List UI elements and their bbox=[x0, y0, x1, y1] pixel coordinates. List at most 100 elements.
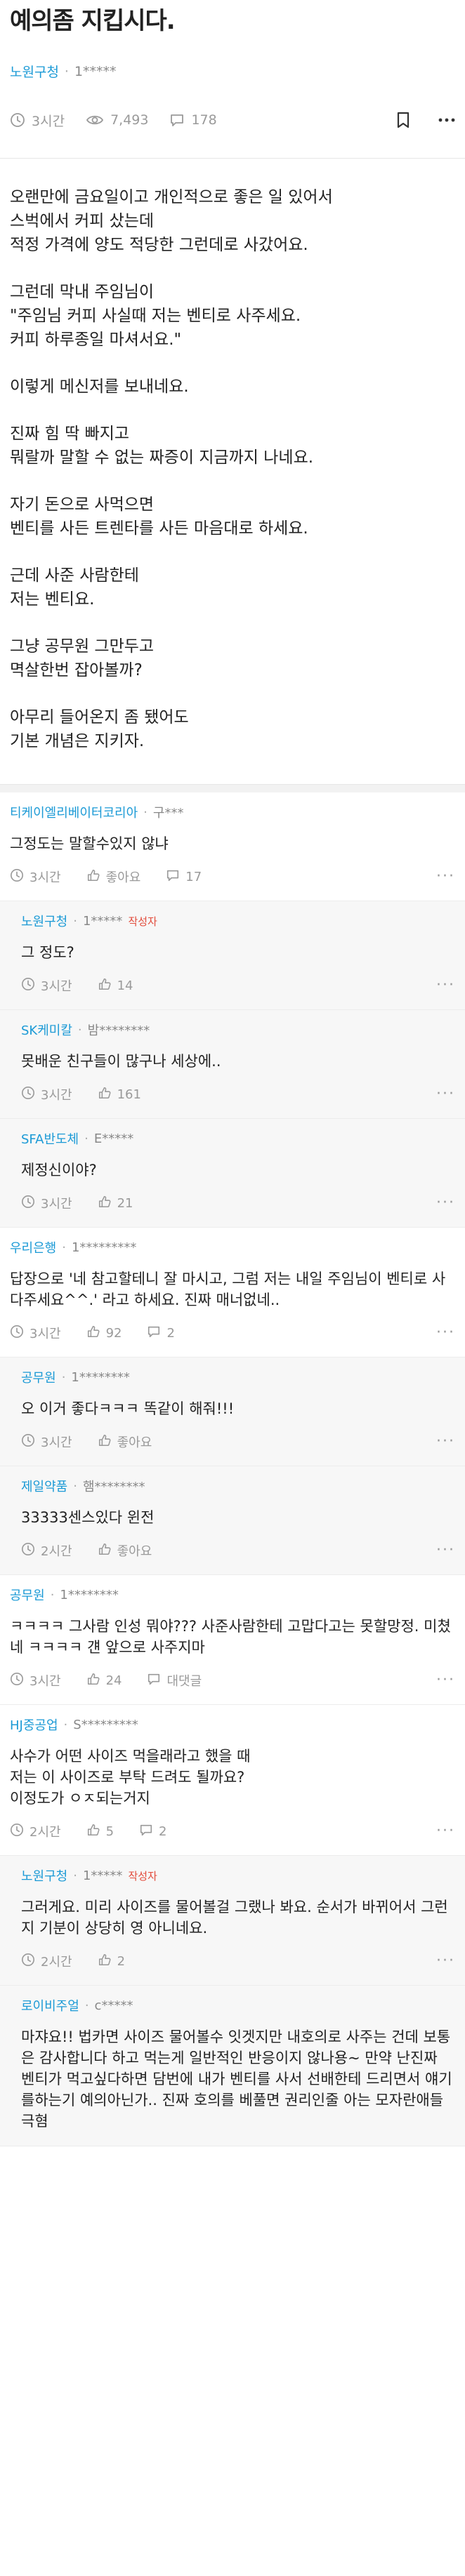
more-button[interactable] bbox=[438, 118, 455, 122]
post-body: 오랜만에 금요일이고 개인적으로 좋은 일 있어서 스벅에서 커피 샀는데 적정… bbox=[0, 159, 465, 784]
comment-company[interactable]: HJ중공업 bbox=[10, 1715, 58, 1734]
reply-comment: 제일약품 · 햄******** 33333센스있다 윈전 2시간 좋아요 ··· bbox=[0, 1466, 465, 1575]
like-button[interactable]: 좋아요 bbox=[98, 1433, 152, 1451]
reply-comment: 공무원 · 1******** 오 이거 좋다ㅋㅋㅋ 똑같이 해줘!!! 3시간 좋아요 ·… bbox=[0, 1357, 465, 1466]
reply-button[interactable]: 2 bbox=[139, 1823, 166, 1840]
comment-author[interactable]: SK케미칼 · 밤******** bbox=[21, 1020, 455, 1040]
like-button[interactable]: 5 bbox=[86, 1823, 114, 1840]
post-comment-count[interactable]: 178 bbox=[169, 112, 217, 128]
like-count: 161 bbox=[117, 1087, 141, 1102]
comment-text: 사수가 어떤 사이즈 먹을래라고 했을 때 저는 이 사이즈로 부탁 드려도 될… bbox=[10, 1748, 251, 1807]
reply-button[interactable]: 17 bbox=[166, 868, 202, 886]
comment-more-button[interactable]: ··· bbox=[436, 1953, 455, 1969]
comment-company[interactable]: SFA반도체 bbox=[21, 1129, 79, 1148]
comment-author[interactable]: 티케이엘리베이터코리아 · 구*** bbox=[10, 802, 455, 822]
comment-icon bbox=[171, 114, 184, 126]
comment-text: 제정신이야? bbox=[21, 1162, 97, 1179]
clock-icon bbox=[21, 1953, 41, 1970]
comment-time: 2시간 bbox=[21, 1952, 72, 1970]
comment-item: 우리은행 · 1********* 답장으로 '네 참고할테니 잘 마시고, 그럼 저… bbox=[0, 1228, 465, 1357]
comment-company[interactable]: 티케이엘리베이터코리아 bbox=[10, 803, 138, 821]
comment-nickname: 밤******** bbox=[87, 1023, 150, 1038]
comment-company[interactable]: 노원구청 bbox=[21, 912, 67, 930]
thumbs-up-icon bbox=[98, 1086, 117, 1103]
reply-count: 2 bbox=[166, 1325, 175, 1341]
comment-separator: · bbox=[84, 1998, 89, 2013]
more-icon: ··· bbox=[436, 976, 455, 994]
comment-more-button[interactable]: ··· bbox=[436, 1673, 455, 1688]
comment-time-text: 3시간 bbox=[30, 870, 61, 885]
comment-nickname: 1******** bbox=[71, 1369, 130, 1385]
reply-count: 2 bbox=[159, 1824, 167, 1839]
comment-author[interactable]: 공무원 · 1******** bbox=[21, 1367, 455, 1387]
comment-company[interactable]: 공무원 bbox=[21, 1368, 56, 1386]
reply-count: 대댓글 bbox=[166, 1674, 202, 1689]
comment-time-text: 2시간 bbox=[30, 1825, 61, 1840]
like-button[interactable]: 좋아요 bbox=[98, 1541, 152, 1560]
thumbs-up-icon bbox=[86, 1672, 106, 1689]
comment-time: 2시간 bbox=[21, 1541, 72, 1560]
comment-company[interactable]: 제일약품 bbox=[21, 1477, 67, 1495]
comment-meta: 3시간 좋아요 17 ··· bbox=[10, 867, 455, 887]
comment-text: 오 이거 좋다ㅋㅋㅋ 똑같이 해줘!!! bbox=[21, 1400, 235, 1417]
reply-comment: 노원구청 · 1***** 작성자 그 정도? 3시간 14 ··· bbox=[0, 901, 465, 1010]
comment-separator: · bbox=[63, 1717, 68, 1732]
author-company[interactable]: 노원구청 bbox=[10, 62, 59, 81]
comment-author[interactable]: 로이비주얼 · c***** bbox=[21, 1996, 455, 2015]
comment-company[interactable]: 로이비주얼 bbox=[21, 1996, 79, 2014]
reply-button[interactable]: 2 bbox=[147, 1324, 175, 1342]
comment-more-button[interactable]: ··· bbox=[436, 1824, 455, 1839]
like-button[interactable]: 24 bbox=[86, 1672, 122, 1689]
more-icon: ··· bbox=[436, 1433, 455, 1450]
comment-company[interactable]: 노원구청 bbox=[21, 1866, 67, 1885]
comment-text: 못배운 친구들이 많구나 세상에.. bbox=[21, 1053, 221, 1070]
comment-more-button[interactable]: ··· bbox=[436, 1434, 455, 1449]
bookmark-button[interactable] bbox=[396, 112, 410, 128]
thumbs-up-icon bbox=[86, 1324, 106, 1342]
comment-author[interactable]: 노원구청 · 1***** 작성자 bbox=[21, 911, 455, 931]
comment-company[interactable]: SK케미칼 bbox=[21, 1021, 72, 1039]
like-button[interactable]: 21 bbox=[98, 1195, 133, 1212]
comment-author[interactable]: 우리은행 · 1********* bbox=[10, 1237, 455, 1257]
more-icon: ··· bbox=[436, 1541, 455, 1559]
comment-more-button[interactable]: ··· bbox=[436, 1543, 455, 1558]
comment-company[interactable]: 우리은행 bbox=[10, 1238, 56, 1256]
post-time: 3시간 bbox=[10, 111, 65, 130]
reply-button[interactable]: 대댓글 bbox=[147, 1671, 202, 1689]
comment-company[interactable]: 공무원 bbox=[10, 1586, 45, 1604]
like-count: 14 bbox=[117, 978, 133, 993]
comment-nickname: 햄******** bbox=[82, 1480, 145, 1494]
like-button[interactable]: 14 bbox=[98, 977, 133, 995]
thumbs-up-icon bbox=[86, 868, 106, 886]
like-button[interactable]: 좋아요 bbox=[86, 868, 141, 886]
post-paragraph: 아무리 들어온지 좀 됐어도 기본 개념은 지키자. bbox=[10, 708, 189, 750]
comment-nickname: 1***** bbox=[82, 913, 123, 929]
comment-separator: · bbox=[61, 1369, 66, 1385]
comment-author[interactable]: SFA반도체 · E***** bbox=[21, 1129, 455, 1148]
post-paragraph: 진짜 힘 딱 빠지고 뭐랄까 말할 수 없는 짜증이 지금까지 나네요. bbox=[10, 425, 314, 467]
comment-author[interactable]: HJ중공업 · S********* bbox=[10, 1715, 455, 1734]
clock-icon bbox=[10, 1672, 30, 1689]
comment-author[interactable]: 제일약품 · 햄******** bbox=[21, 1476, 455, 1496]
comment-time-text: 3시간 bbox=[41, 1088, 72, 1103]
like-count: 좋아요 bbox=[105, 870, 141, 885]
like-button[interactable]: 92 bbox=[86, 1324, 122, 1342]
comment-meta: 2시간 2 ··· bbox=[21, 1951, 455, 1971]
comment-time: 2시간 bbox=[10, 1822, 61, 1840]
comment-author[interactable]: 공무원 · 1******** bbox=[10, 1585, 455, 1605]
comment-more-button[interactable]: ··· bbox=[436, 1325, 455, 1341]
like-button[interactable]: 2 bbox=[98, 1953, 125, 1970]
comment-time: 3시간 bbox=[21, 1194, 72, 1212]
like-button[interactable]: 161 bbox=[98, 1086, 141, 1103]
post-paragraph: 그런데 막내 주임님이 "주임님 커피 사실때 저는 벤티로 사주세요. 커피 … bbox=[10, 283, 301, 349]
clock-icon bbox=[21, 1086, 41, 1103]
comment-more-button[interactable]: ··· bbox=[436, 1087, 455, 1102]
eye-icon bbox=[86, 115, 104, 125]
comment-author[interactable]: 노원구청 · 1***** 작성자 bbox=[21, 1866, 455, 1885]
post-actions bbox=[368, 112, 455, 128]
like-count: 좋아요 bbox=[117, 1435, 152, 1450]
comment-more-button[interactable]: ··· bbox=[436, 869, 455, 884]
author-row[interactable]: 노원구청 · 1***** bbox=[10, 62, 455, 81]
comment-more-button[interactable]: ··· bbox=[436, 978, 455, 993]
comment-more-button[interactable]: ··· bbox=[436, 1195, 455, 1211]
